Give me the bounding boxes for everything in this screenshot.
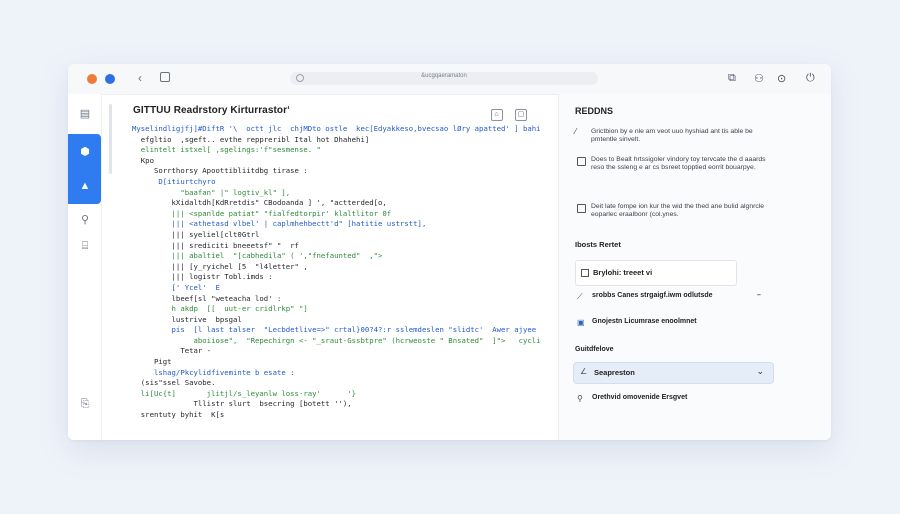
code-body[interactable]: Myselindligjfj]#DiftR '\ octt jlc chjMDt… (132, 124, 541, 421)
power-icon[interactable]: ⏻ (806, 72, 815, 85)
archive-icon[interactable]: ⌸ (79, 240, 91, 252)
code-line: kXidaltdh[KdRretdis" CBodoanda ] ', "act… (132, 198, 387, 208)
panel-item-text: Deit late fompe ion kur the wid the thed… (591, 203, 765, 219)
settings-icon[interactable]: ⊙ (777, 72, 786, 85)
orange-circle-icon[interactable] (87, 74, 97, 84)
code-line: "baafan" |" logtiv_kl" ], (132, 187, 291, 197)
code-line: lustrive bpsgal (132, 314, 242, 324)
section-heading: Ibosts Rertet (575, 240, 621, 249)
code-line: (sis"ssel Savobe. (132, 378, 216, 388)
dropdown-value: Seapreston (594, 368, 635, 377)
search-people-icon[interactable]: ⚲ (79, 214, 91, 226)
active-rail-highlight (68, 134, 101, 204)
code-line: srentuty byhit K[s (132, 410, 225, 420)
code-line: ||| [y_ryichel [5 "l4letter" , (132, 261, 308, 271)
bookmark-field[interactable]: Brylohi: treeet vi (575, 260, 737, 286)
back-chevron-icon[interactable]: ‹ (138, 71, 142, 85)
image-icon[interactable]: ⌂ (490, 109, 503, 121)
chevron-down-icon[interactable]: ⌄ (756, 366, 764, 377)
address-bar[interactable]: &ucgqaeramaton (290, 72, 598, 85)
option-label: Orethvid omovenide Ersgvet (592, 394, 688, 401)
copy-icon[interactable]: ▢ (515, 109, 527, 121)
panel-item-text: Does to Bealt hrtssigoler vindory toy te… (591, 156, 766, 172)
code-line: efgltio ,sgeft.. evthe reppreribl Ital h… (132, 134, 370, 144)
address-url: &ucgqaeramaton (421, 73, 467, 79)
code-line: D[itiurtchyro (132, 176, 216, 186)
app-window: ‹ &ucgqaeramaton ⧉ ⚇ ⊙ ⏻ ▤ ⬢ ▲ ⚲ ⌸ ⎘ GIT… (68, 64, 831, 440)
note-icon[interactable] (577, 204, 586, 213)
right-panel: REDDNS ⁄ Grictbion by e nle am veot uuo … (558, 94, 831, 440)
extensions-icon[interactable]: ⧉ (728, 72, 736, 85)
code-editor: GITTUU Readrstory Kirturrastor‘ ⌂ ▢ Myse… (120, 94, 547, 440)
code-line: pis [l last talser "Lecbdetlive=>" crtal… (132, 325, 541, 335)
code-line: ||| srediciti bneeetsf" " rf (132, 240, 299, 250)
dash-icon: – (757, 292, 761, 299)
code-line: ||| <athetasd vlbel' | caplmhehbectt'd" … (132, 219, 427, 229)
code-line: [' Ycel' E (132, 282, 220, 292)
browser-toolbar: ‹ &ucgqaeramaton ⧉ ⚇ ⊙ ⏻ (68, 64, 831, 95)
editor-title: GITTUU Readrstory Kirturrastor‘ (133, 105, 291, 116)
code-line: lshag/Pkcylidfiveminte b esate : (132, 367, 295, 377)
code-line: li[Uc{t] jlitjl/s_leyanlw loss-ray' '} (132, 388, 357, 398)
panel-title: REDDNS (575, 106, 614, 116)
code-line: Kpo (132, 155, 154, 165)
code-line: ||| <spanlde patiat" "fialfedtorpir' kla… (132, 208, 392, 218)
tab-square-icon[interactable] (160, 72, 170, 82)
location-icon: ⚲ (577, 394, 583, 403)
bookmark-icon (581, 269, 589, 277)
scrollbar[interactable] (109, 104, 112, 174)
option-label: srobbs Canes strgaigf.iwm odlutsde (592, 292, 713, 299)
folder-icon[interactable]: ▲ (79, 180, 91, 192)
image-icon: ▣ (577, 318, 585, 327)
person-icon[interactable]: ⚇ (754, 72, 764, 85)
option-label: Gnojestn Licumrase enoolmnet (592, 318, 697, 325)
code-line: Myselindligjfj]#DiftR '\ octt jlc chjMDt… (132, 124, 541, 133)
document-icon[interactable]: ▤ (79, 108, 91, 120)
type-dropdown[interactable]: ∠ Seapreston ⌄ (573, 362, 774, 384)
pen-icon: ⟋ (577, 292, 583, 301)
blue-circle-icon[interactable] (105, 74, 115, 84)
editor-actions: ⌂ ▢ (483, 103, 527, 121)
checkbox-icon[interactable] (577, 157, 586, 166)
code-line: ||| syeliel[clt0Gtrl (132, 229, 260, 239)
code-line: Tetar - (132, 346, 212, 356)
left-rail: ▤ ⬢ ▲ ⚲ ⌸ ⎘ (68, 94, 102, 440)
pen-icon: ⁄ (575, 127, 577, 136)
bookmark-label: Brylohi: treeet vi (593, 268, 653, 277)
code-line: lbeef[sl "weteacha lod' : (132, 293, 282, 303)
code-line: ||| abaltiel "[cabhedila" ( ',"fnefaunte… (132, 251, 383, 261)
panel-item-text: Grictbion by e nle am veot uuo hyshiad a… (591, 128, 753, 144)
code-line: Tllistr slurt bsecring [botett ''), (132, 399, 352, 409)
exit-icon[interactable]: ⎘ (79, 398, 91, 410)
box-icon[interactable]: ⬢ (79, 146, 91, 158)
pen-icon: ∠ (580, 367, 588, 376)
section-heading: Guitdfelove (575, 346, 614, 353)
code-line: aboiiose", "Repechirgn <- "_sraut-Gssbtp… (132, 335, 542, 345)
code-line: Pigt (132, 357, 172, 367)
code-line: elintelt istxel[ ,sgelings:'f"sesmense. … (132, 145, 321, 155)
code-line: ||| logistr Tobl.imds : (132, 272, 273, 282)
code-line: Sorrthorsy Apoottibliitdbg tirase : (132, 166, 308, 176)
code-line: h akdp [[ uut-er cridlrkp" "] (132, 304, 308, 314)
